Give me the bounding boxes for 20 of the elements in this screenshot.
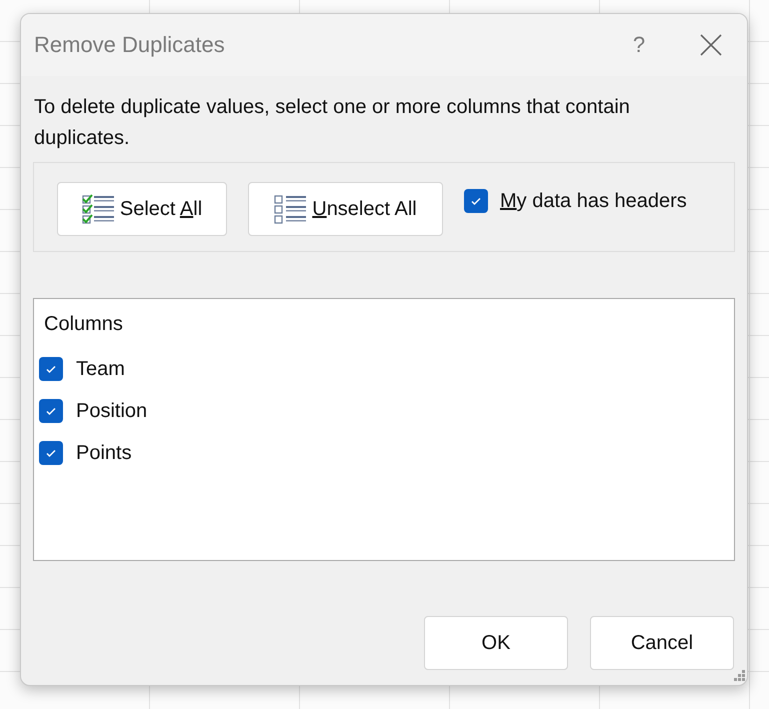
list-heading: Columns — [44, 313, 124, 336]
select-all-button[interactable]: Select All — [57, 182, 227, 236]
column-label: Team — [76, 358, 125, 380]
description-text: To delete duplicate values, select one or more columns that contain duplicates. — [34, 95, 631, 151]
unselect-all-button[interactable]: Unselect All — [248, 182, 443, 236]
column-label: Position — [76, 400, 148, 422]
close-button[interactable] — [699, 33, 723, 57]
resize-grip-icon[interactable] — [731, 669, 745, 683]
window-title: Remove Duplicates — [34, 32, 226, 58]
checkbox[interactable] — [464, 189, 488, 213]
help-button[interactable]: ? — [619, 31, 659, 59]
checkbox[interactable] — [39, 357, 63, 381]
checkbox[interactable] — [39, 441, 63, 465]
checkbox[interactable] — [39, 399, 63, 423]
checked-list-icon — [82, 193, 116, 225]
list-icon — [274, 193, 308, 225]
cancel-button[interactable]: Cancel — [590, 616, 734, 670]
ok-button[interactable]: OK — [424, 616, 568, 670]
column-label: Points — [76, 442, 132, 464]
checkbox-label: My data has headers — [500, 190, 687, 212]
